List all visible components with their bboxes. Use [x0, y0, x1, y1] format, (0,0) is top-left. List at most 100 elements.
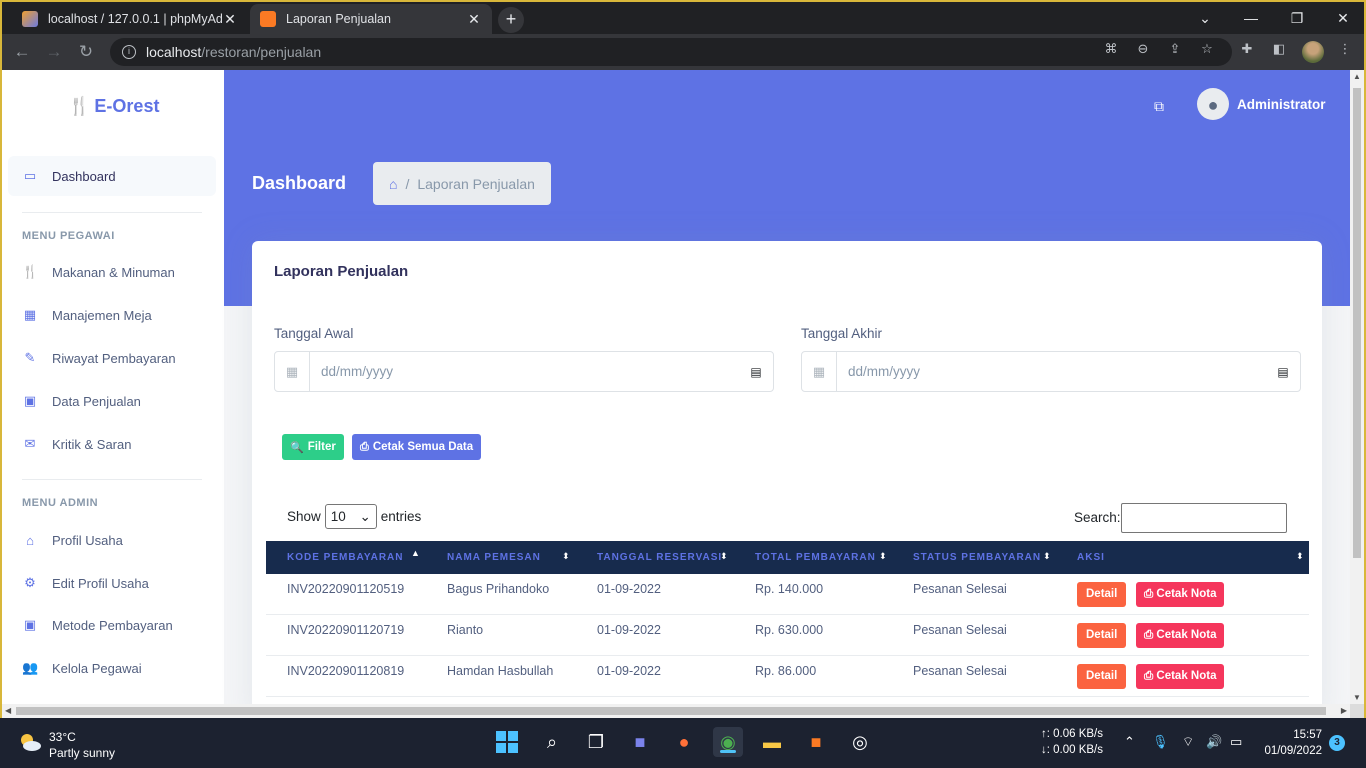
sidebar-item-makanan-minuman[interactable]: 🍴 Makanan & Minuman: [8, 252, 216, 292]
sidebar-item-data-penjualan[interactable]: ▣ Data Penjualan: [8, 381, 216, 421]
detail-button[interactable]: Detail: [1077, 582, 1127, 607]
home-icon[interactable]: ⌂: [389, 176, 397, 192]
windows-icon[interactable]: ⧉: [1154, 98, 1164, 115]
new-tab-button[interactable]: +: [498, 7, 524, 33]
site-info-icon[interactable]: i: [122, 45, 136, 59]
date-picker-icon[interactable]: ▤: [739, 365, 773, 379]
print-nota-button[interactable]: ⎙ Cetak Nota: [1136, 582, 1225, 607]
notification-badge[interactable]: 3: [1329, 735, 1345, 751]
sidebar-item-label: Manajemen Meja: [52, 307, 152, 323]
start-date-input[interactable]: ▦ dd/mm/yyyy ▤: [274, 351, 774, 392]
task-view-icon[interactable]: ❐: [581, 727, 611, 757]
scroll-up-icon[interactable]: ▲: [1350, 72, 1364, 81]
sidebar-item-manajemen-meja[interactable]: ▦ Manajemen Meja: [8, 295, 216, 335]
reload-icon[interactable]: ↻: [74, 40, 98, 64]
sidebar-item-metode-pembayaran[interactable]: ▣ Metode Pembayaran: [8, 605, 216, 645]
sort-icon[interactable]: ⬍: [1043, 541, 1051, 574]
weather-temperature[interactable]: 33°C: [49, 730, 76, 744]
column-header[interactable]: KODE PEMBAYARAN: [287, 541, 404, 574]
print-nota-button[interactable]: ⎙ Cetak Nota: [1136, 664, 1225, 689]
microphone-icon[interactable]: 🎙: [1152, 734, 1169, 750]
close-window-button[interactable]: ✕: [1320, 4, 1366, 34]
sort-asc-icon[interactable]: ▲: [411, 541, 420, 574]
search-icon[interactable]: ⌕: [537, 727, 567, 757]
filter-button[interactable]: 🔍 Filter: [282, 434, 344, 460]
partly-sunny-icon[interactable]: [18, 732, 42, 752]
sort-icon[interactable]: ⬍: [720, 541, 728, 574]
column-header[interactable]: TOTAL PEMBAYARAN: [755, 541, 876, 574]
main-content: ⧉ ● Administrator Dashboard ⌂ / Laporan …: [224, 70, 1350, 704]
minimize-button[interactable]: —: [1228, 4, 1274, 34]
detail-button[interactable]: Detail: [1077, 623, 1127, 648]
cell-total: Rp. 630.000: [755, 623, 824, 637]
cell-total: Rp. 140.000: [755, 582, 824, 596]
column-header[interactable]: AKSI: [1077, 541, 1105, 574]
battery-icon[interactable]: ▭: [1230, 734, 1242, 750]
close-tab-icon[interactable]: ✕: [222, 11, 238, 28]
scroll-down-icon[interactable]: ▼: [1350, 693, 1364, 702]
weather-description[interactable]: Partly sunny: [49, 746, 115, 760]
sidebar-item-kelola-pegawai[interactable]: 👥 Kelola Pegawai: [8, 648, 216, 688]
profile-avatar-icon[interactable]: [1302, 41, 1324, 63]
sidebar-item-profil-usaha[interactable]: ⌂ Profil Usaha: [8, 520, 216, 560]
scroll-right-icon[interactable]: ▶: [1341, 704, 1347, 718]
print-nota-button[interactable]: ⎙ Cetak Nota: [1136, 623, 1225, 648]
money-icon: ▣: [23, 393, 37, 408]
tab-search-icon[interactable]: ⌄: [1182, 4, 1228, 34]
vertical-scrollbar[interactable]: ▲ ▼: [1350, 70, 1364, 704]
translate-icon[interactable]: ⌘: [1102, 40, 1120, 58]
back-icon[interactable]: ←: [10, 40, 34, 64]
avatar[interactable]: ●: [1197, 88, 1229, 120]
detail-button[interactable]: Detail: [1077, 664, 1127, 689]
sort-icon[interactable]: ⬍: [879, 541, 887, 574]
user-name[interactable]: Administrator: [1237, 97, 1326, 112]
wifi-icon[interactable]: ⌔: [1182, 734, 1194, 750]
clock-time[interactable]: 15:57: [1293, 729, 1322, 741]
brand-logo[interactable]: 🍴 E-Orest: [68, 96, 159, 117]
file-explorer-icon[interactable]: ▬: [757, 727, 787, 757]
sidebar-item-edit-profil-usaha[interactable]: ⚙ Edit Profil Usaha: [8, 563, 216, 603]
scroll-thumb[interactable]: [1353, 88, 1361, 558]
print-all-button[interactable]: ⎙ Cetak Semua Data: [352, 434, 482, 460]
sort-icon[interactable]: ⬍: [1296, 541, 1304, 574]
column-header[interactable]: STATUS PEMBAYARAN: [913, 541, 1041, 574]
maximize-button[interactable]: ❐: [1274, 4, 1320, 34]
clock-date[interactable]: 01/09/2022: [1264, 745, 1322, 757]
horizontal-scrollbar[interactable]: ◀ ▶: [2, 704, 1350, 718]
volume-icon[interactable]: 🔊: [1206, 734, 1222, 750]
close-tab-icon[interactable]: ✕: [466, 11, 482, 28]
entries-select[interactable]: 10 ⌄: [324, 504, 377, 529]
scroll-left-icon[interactable]: ◀: [5, 704, 11, 718]
sidebar-item-kritik-saran[interactable]: ✉ Kritik & Saran: [8, 424, 216, 464]
chevron-up-icon[interactable]: ⌃: [1124, 734, 1135, 750]
chat-icon[interactable]: ■: [625, 727, 655, 757]
forward-icon[interactable]: →: [42, 40, 66, 64]
scroll-thumb[interactable]: [16, 707, 1326, 715]
tab-phpmyadmin[interactable]: localhost / 127.0.0.1 | phpMyAdmin ✕: [12, 4, 248, 34]
monitor-icon: ▭: [23, 168, 37, 183]
menu-kebab-icon[interactable]: ⋮: [1336, 40, 1354, 58]
xampp-icon[interactable]: ■: [801, 727, 831, 757]
sidebar-item-riwayat-pembayaran[interactable]: ✎ Riwayat Pembayaran: [8, 338, 216, 378]
end-date-input[interactable]: ▦ dd/mm/yyyy ▤: [801, 351, 1301, 392]
sort-icon[interactable]: ⬍: [562, 541, 570, 574]
date-picker-icon[interactable]: ▤: [1266, 365, 1300, 379]
firefox-icon[interactable]: ●: [669, 727, 699, 757]
extensions-icon[interactable]: ✚: [1238, 40, 1256, 58]
start-icon[interactable]: [492, 727, 522, 757]
sidebar-item-dashboard[interactable]: ▭ Dashboard: [8, 156, 216, 196]
search-input[interactable]: [1121, 503, 1287, 533]
side-panel-icon[interactable]: ◧: [1270, 40, 1288, 58]
xampp-favicon-icon: [260, 11, 276, 27]
zoom-icon[interactable]: ⊖: [1134, 40, 1152, 58]
obs-icon[interactable]: ◎: [845, 727, 875, 757]
table-row: INV20220901120519 Bagus Prihandoko 01-09…: [266, 574, 1309, 615]
column-header[interactable]: TANGGAL RESERVASI: [597, 541, 722, 574]
bookmark-star-icon[interactable]: ☆: [1198, 40, 1216, 58]
column-header[interactable]: NAMA PEMESAN: [447, 541, 541, 574]
date-placeholder: dd/mm/yyyy: [848, 364, 921, 379]
chrome-icon[interactable]: ◉: [713, 727, 743, 757]
tab-laporan-penjualan[interactable]: Laporan Penjualan ✕: [250, 4, 492, 34]
address-bar[interactable]: i localhost/restoran/penjualan: [110, 38, 1232, 66]
share-icon[interactable]: ⇪: [1166, 40, 1184, 58]
